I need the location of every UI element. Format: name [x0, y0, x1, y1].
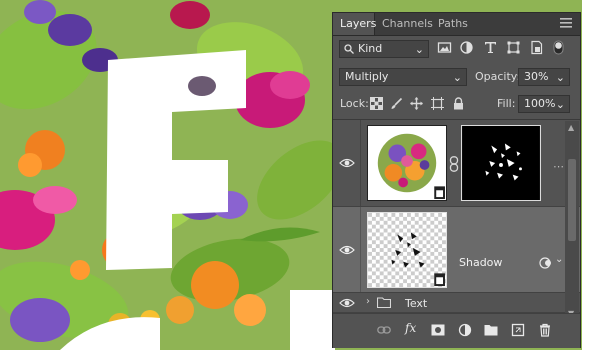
chevron-down-icon: ⌄: [452, 71, 462, 84]
eye-icon[interactable]: [339, 298, 355, 308]
filter-type-icon[interactable]: [483, 40, 498, 55]
chevron-right-icon[interactable]: ›: [366, 296, 370, 307]
folder-icon: [377, 297, 391, 308]
chain-link-icon[interactable]: [449, 156, 459, 172]
layer-thumbnail: [367, 125, 447, 201]
lock-transparent-pixels-icon[interactable]: [370, 97, 383, 110]
lock-image-pixels-icon[interactable]: [390, 97, 403, 110]
layer-row-text-group[interactable]: › Text: [333, 293, 580, 313]
layer-filter-label: Kind: [358, 42, 383, 55]
scrollbar-thumb[interactable]: [568, 159, 576, 241]
layer-thumbnail: [367, 212, 447, 288]
opacity-value: 30%: [524, 70, 549, 83]
link-layers-icon[interactable]: [377, 323, 391, 337]
opacity-label: Opacity:: [475, 70, 521, 83]
layer-name[interactable]: Shadow: [459, 256, 502, 269]
tab-layers[interactable]: Layers: [333, 13, 376, 35]
lock-label: Lock:: [340, 97, 369, 110]
filter-adjustment-icon[interactable]: [459, 40, 474, 55]
scroll-up-icon[interactable]: ▲: [568, 123, 574, 132]
fill-field[interactable]: 100% ⌄: [518, 95, 570, 113]
filter-toggle-icon[interactable]: [553, 40, 564, 55]
layers-scrollbar[interactable]: ▲ ▼: [565, 121, 579, 321]
chevron-down-icon: ⌄: [555, 98, 565, 111]
blend-mode-label: Multiply: [345, 70, 389, 83]
opacity-field[interactable]: 30% ⌄: [518, 68, 570, 86]
layer-name[interactable]: Text: [405, 297, 427, 310]
layers-panel: Layers Channels Paths Kind ⌄ Multiply ⌄ …: [332, 12, 581, 348]
fx-icon[interactable]: fx: [405, 321, 416, 335]
layers-bottom-toolbar: fx: [333, 313, 580, 348]
lock-position-icon[interactable]: [410, 97, 423, 110]
tab-paths[interactable]: Paths: [431, 13, 471, 35]
search-icon: [344, 44, 354, 54]
eye-icon[interactable]: [339, 158, 355, 168]
tab-channels[interactable]: Channels: [375, 13, 433, 35]
more-options-icon[interactable]: ⋯: [553, 160, 564, 173]
filter-smart-object-icon[interactable]: [529, 40, 544, 55]
panel-tab-bar: Layers Channels Paths: [333, 13, 580, 36]
adjustment-layer-icon[interactable]: [458, 323, 472, 337]
panel-menu-icon[interactable]: [560, 18, 572, 28]
filter-pixel-icon[interactable]: [437, 40, 452, 55]
new-group-icon[interactable]: [484, 323, 498, 337]
filter-shape-icon[interactable]: [506, 40, 521, 55]
blend-mode-select[interactable]: Multiply ⌄: [339, 68, 467, 86]
layer-mask-thumbnail: [461, 125, 541, 201]
add-mask-icon[interactable]: [431, 323, 445, 337]
chevron-down-icon: ⌄: [555, 71, 565, 84]
fill-value: 100%: [524, 97, 556, 110]
layer-row-bouquet[interactable]: ⋯: [333, 120, 580, 207]
fill-label: Fill:: [497, 97, 516, 110]
layer-filter-select[interactable]: Kind ⌄: [339, 40, 429, 58]
smart-filter-icon[interactable]: [539, 256, 553, 270]
lock-all-icon[interactable]: [452, 97, 465, 110]
trash-icon[interactable]: [538, 323, 552, 337]
chevron-down-icon: ⌄: [414, 43, 424, 56]
layer-row-shadow[interactable]: Shadow ⌄: [333, 207, 580, 293]
eye-icon[interactable]: [339, 245, 355, 255]
chevron-down-icon[interactable]: ⌄: [555, 254, 563, 265]
new-layer-icon[interactable]: [511, 323, 525, 337]
lock-artboard-icon[interactable]: [431, 97, 444, 110]
